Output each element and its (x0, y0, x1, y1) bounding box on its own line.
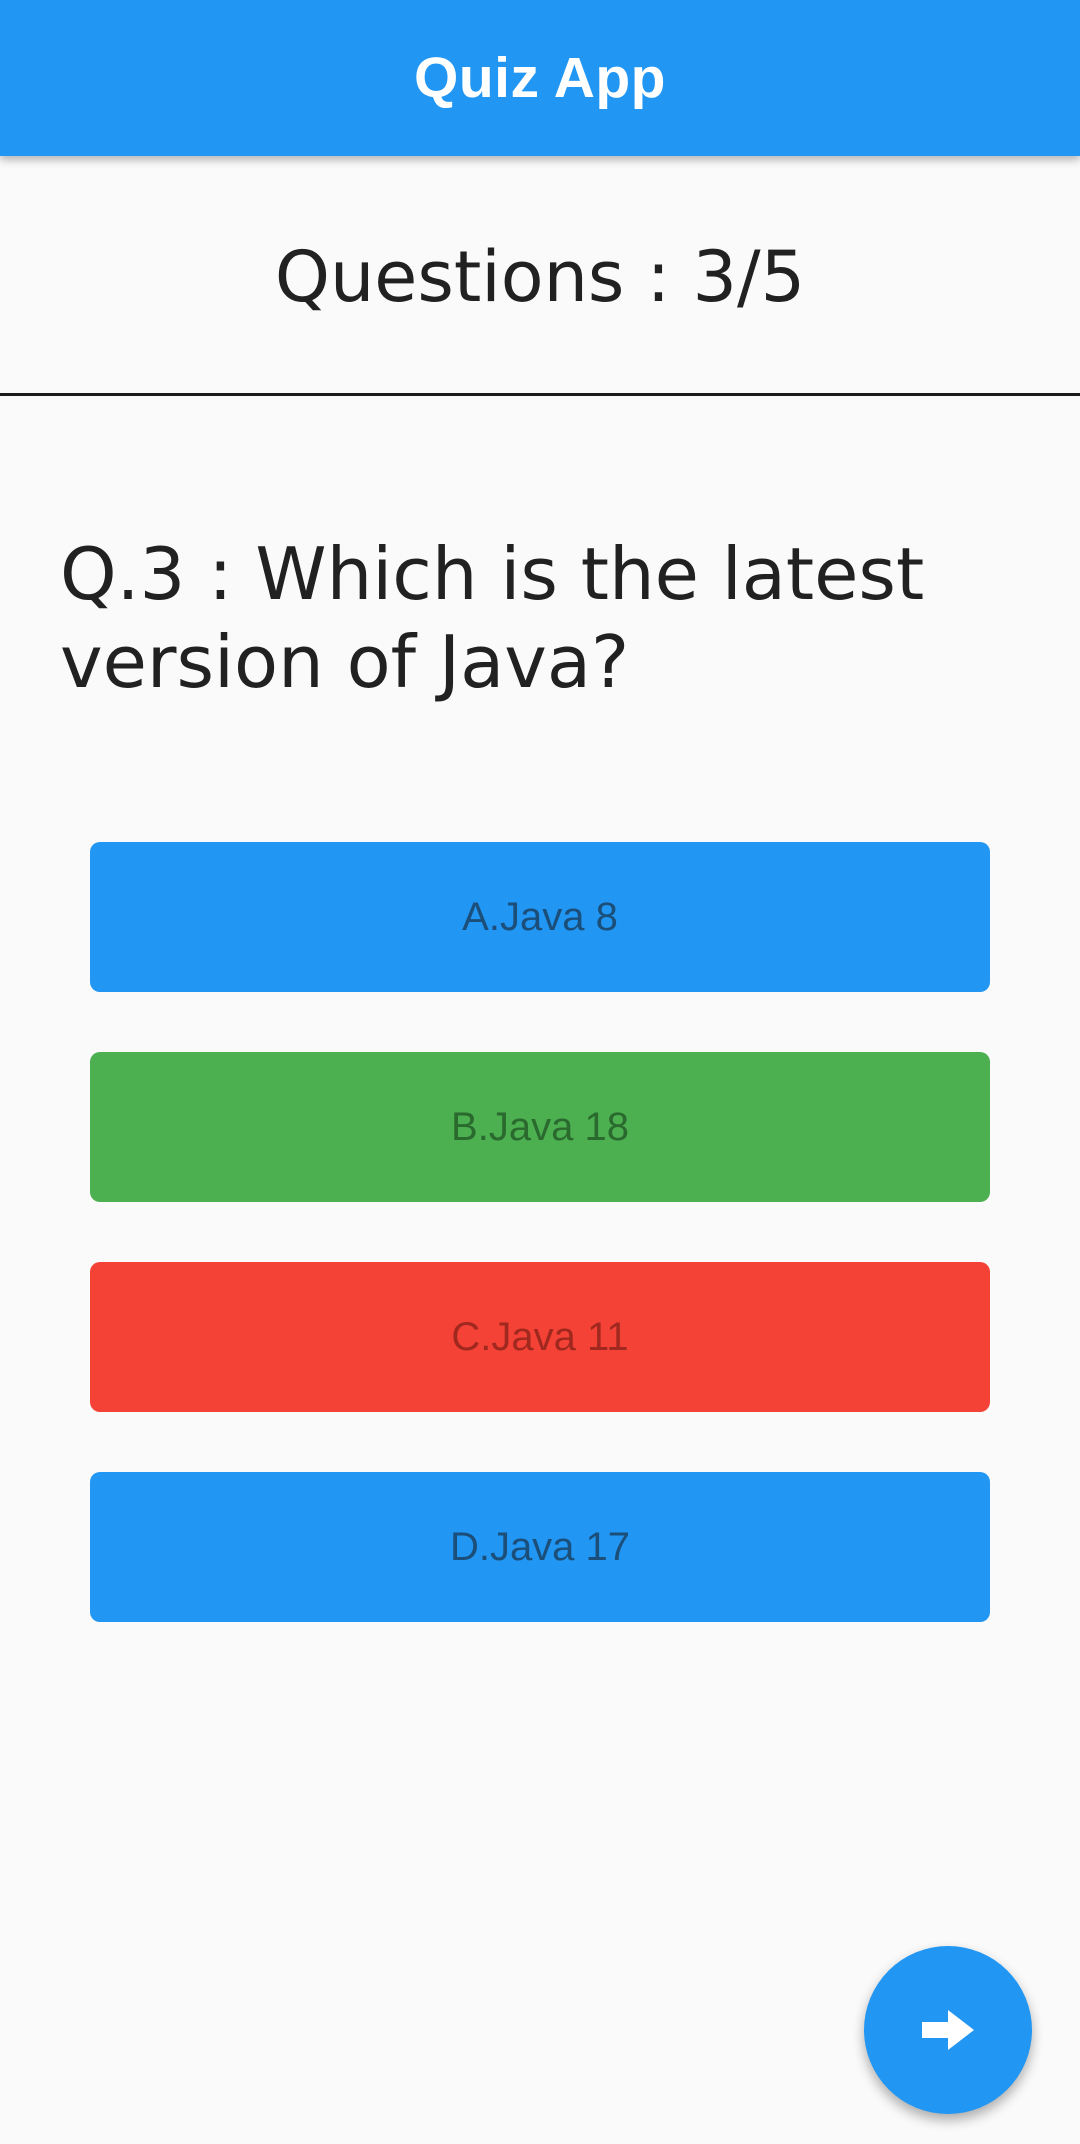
divider (0, 393, 1080, 396)
question-text: Q.3 : Which is the latest version of Jav… (60, 532, 925, 704)
option-d-button[interactable]: D.Java 17 (90, 1472, 990, 1622)
option-b-label: B.Java 18 (451, 1104, 629, 1149)
question-counter: Questions : 3/5 (274, 236, 806, 318)
app-title: Quiz App (413, 46, 666, 110)
option-d-label: D.Java 17 (449, 1524, 631, 1569)
quiz-screen: Quiz App Questions : 3/5 Q.3 : Which is … (0, 0, 1080, 2144)
option-b-button[interactable]: B.Java 18 (90, 1052, 990, 1202)
next-question-button[interactable] (864, 1946, 1032, 2114)
option-a-label: A.Java 8 (462, 894, 618, 939)
option-c-button[interactable]: C.Java 11 (90, 1262, 990, 1412)
option-a-button[interactable]: A.Java 8 (90, 842, 990, 992)
arrow-forward-icon (922, 2010, 974, 2050)
option-c-label: C.Java 11 (451, 1314, 629, 1359)
app-bar: Quiz App (0, 0, 1080, 156)
